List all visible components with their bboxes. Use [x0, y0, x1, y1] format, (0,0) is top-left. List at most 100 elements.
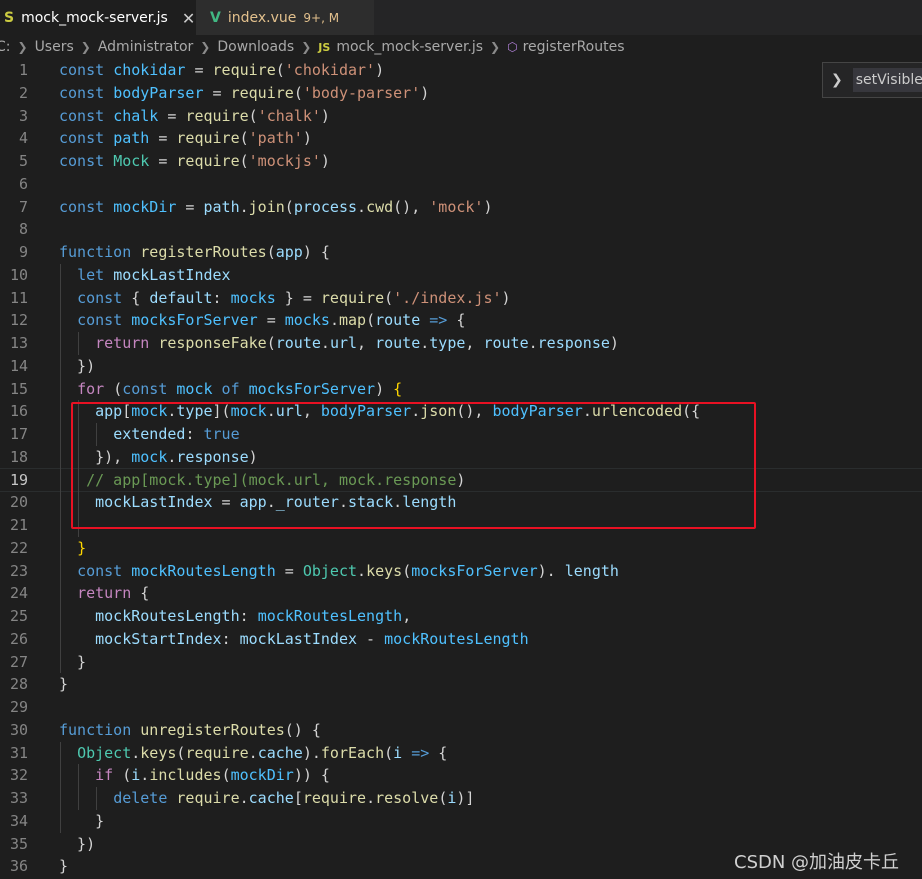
code-line[interactable]: 34 } — [0, 810, 922, 833]
code-token: for — [77, 379, 114, 398]
code-token: mockRoutesLength — [257, 607, 403, 625]
highlight-box — [71, 402, 756, 529]
code-line[interactable]: 30 function unregisterRoutes() { — [0, 719, 922, 742]
code-token: { — [131, 288, 150, 307]
code-line[interactable]: 3 const chalk = require('chalk') — [0, 105, 922, 128]
code-token: map — [338, 311, 367, 330]
code-token: mockLastIndex — [239, 629, 358, 648]
code-line[interactable]: 22 } — [0, 537, 922, 560]
code-line[interactable]: 14 }) — [0, 355, 922, 378]
code-text: function unregisterRoutes() { — [59, 719, 321, 742]
code-token: mockRoutesLength — [131, 561, 276, 580]
code-line[interactable]: 1 const chokidar = require('chokidar') — [0, 59, 922, 82]
line-number: 21 — [9, 516, 28, 534]
code-token: cache — [257, 743, 303, 762]
code-token: responseFake — [158, 334, 267, 352]
code-line[interactable]: 23 const mockRoutesLength = Object.keys(… — [0, 560, 922, 583]
breadcrumb-file[interactable]: mock_mock-server.js — [336, 39, 483, 55]
code-token: ) — [609, 334, 619, 352]
code-token: - — [357, 629, 385, 648]
code-line[interactable]: 27 } — [0, 651, 922, 674]
code-token: mock — [176, 379, 213, 398]
line-number: 5 — [18, 152, 28, 170]
code-token: , — [402, 607, 412, 625]
outline-suggestion-widget[interactable]: ❯ setVisibleF — [822, 62, 922, 98]
close-icon[interactable]: ✕ — [182, 9, 195, 28]
code-token: app — [275, 243, 303, 261]
line-number: 8 — [18, 220, 28, 239]
code-token: . — [320, 334, 330, 352]
code-token: response — [537, 334, 610, 352]
code-text: } — [59, 673, 68, 696]
code-token: mocks — [230, 288, 276, 307]
code-token: . — [329, 311, 339, 330]
code-line[interactable]: 28} — [0, 673, 922, 696]
code-line[interactable]: 4 const path = require('path') — [0, 127, 922, 150]
code-token: './index.js' — [393, 288, 502, 307]
breadcrumb-downloads[interactable]: Downloads — [217, 39, 294, 55]
code-text: } — [59, 651, 86, 674]
code-token: unregisterRoutes — [140, 720, 285, 739]
code-token: const — [77, 561, 132, 580]
code-token: = — [203, 83, 231, 102]
vue-file-icon: V — [210, 9, 221, 26]
function-symbol-icon: ⬡ — [507, 40, 518, 54]
code-line[interactable]: 7 const mockDir = path.join(process.cwd()… — [0, 196, 922, 219]
code-token: process — [293, 197, 358, 216]
code-line[interactable]: 6 — [0, 173, 922, 196]
code-line[interactable]: 32 if (i.includes(mockDir)) { — [0, 764, 922, 787]
code-token: ( — [221, 766, 231, 785]
code-token: => — [420, 311, 448, 330]
code-token: ( — [248, 106, 258, 125]
code-token: mocksForServer — [411, 561, 538, 580]
code-token: } — [59, 811, 105, 830]
chevron-right-icon: ❯ — [17, 40, 28, 54]
code-line[interactable]: 11 const { default: mocks } = require('.… — [0, 287, 922, 310]
breadcrumb-symbol[interactable]: registerRoutes — [523, 39, 625, 55]
code-token: route — [375, 334, 421, 352]
code-line[interactable]: 26 mockStartIndex: mockLastIndex - mockR… — [0, 628, 922, 651]
code-token: ( — [384, 288, 394, 307]
code-line[interactable]: 15 for (const mock of mocksForServer) { — [0, 378, 922, 401]
code-token: . — [420, 334, 430, 352]
breadcrumb-users[interactable]: Users — [35, 39, 74, 55]
code-line[interactable]: 12 const mocksForServer = mocks.map(rout… — [0, 309, 922, 332]
code-line[interactable]: 29 — [0, 696, 922, 719]
line-number: 2 — [18, 83, 28, 102]
code-token: const — [59, 152, 114, 170]
code-text: for (const mock of mocksForServer) { — [59, 378, 402, 401]
indent-guide — [78, 332, 79, 355]
line-number: 6 — [18, 174, 28, 193]
breadcrumb-drive[interactable]: C: — [0, 39, 11, 55]
code-line[interactable]: 25 mockRoutesLength: mockRoutesLength, — [0, 605, 922, 628]
code-line[interactable]: 9 function registerRoutes(app) { — [0, 241, 922, 264]
code-token: mockDir — [230, 766, 294, 785]
code-line[interactable]: 5 const Mock = require('mockjs') — [0, 150, 922, 173]
line-number: 34 — [9, 811, 28, 830]
code-token: require — [185, 743, 249, 762]
code-line[interactable]: 8 — [0, 218, 922, 241]
code-text: return { — [59, 582, 149, 605]
code-token: Mock — [113, 152, 150, 170]
code-token: mockDir — [113, 197, 177, 216]
code-line[interactable]: 24 return { — [0, 582, 922, 605]
code-token: of — [212, 379, 249, 398]
line-number: 3 — [18, 106, 28, 125]
code-token: )] — [456, 789, 475, 807]
code-line[interactable]: 2 const bodyParser = require('body-parser… — [0, 82, 922, 105]
breadcrumb-administrator[interactable]: Administrator — [98, 39, 193, 55]
code-line[interactable]: 10 let mockLastIndex — [0, 264, 922, 287]
line-number: 13 — [9, 334, 28, 352]
code-line[interactable]: 13 return responseFake(route.url, route.… — [0, 332, 922, 355]
code-token: includes — [149, 766, 222, 785]
code-line[interactable]: 33 delete require.cache[require.resolve(… — [0, 787, 922, 810]
tab-index-vue[interactable]: V index.vue 9+, M — [196, 0, 374, 35]
tab-mock-server[interactable]: S mock_mock-server.js ✕ — [0, 0, 196, 35]
code-line[interactable]: 31 Object.keys(require.cache).forEach(i … — [0, 742, 922, 765]
code-token: . — [140, 766, 150, 785]
code-token: path — [203, 197, 240, 216]
